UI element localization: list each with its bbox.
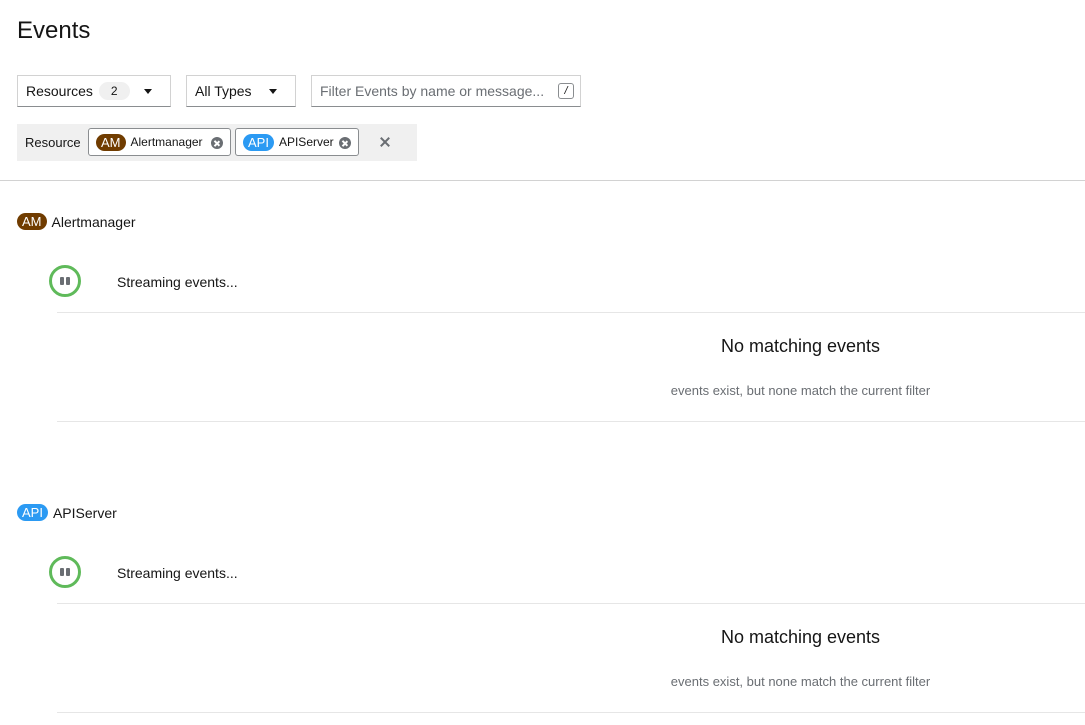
streaming-status: Streaming events... [117,565,238,581]
section-resource-name[interactable]: Alertmanager [52,214,136,230]
resources-dropdown-label: Resources [26,83,93,99]
chip-label: Alertmanager [130,135,203,149]
empty-state-body: events exist, but none match the current… [670,383,931,398]
resources-dropdown[interactable]: Resources 2 [17,75,171,107]
pause-streaming-button[interactable] [49,556,81,588]
section-divider [57,712,1085,713]
chip-label: APIServer [278,135,334,149]
keyboard-shortcut-hint: / [558,83,574,99]
resource-kind-badge: API [17,504,48,521]
toolbar-divider [0,180,1085,181]
caret-down-icon [269,89,277,94]
types-dropdown-label: All Types [195,83,252,99]
remove-chip-icon[interactable] [211,137,223,149]
empty-state-title: No matching events [720,336,881,356]
section-resource-name[interactable]: APIServer [53,505,117,521]
pause-icon-bar [66,568,70,576]
pause-icon [60,568,64,576]
resource-kind-badge: AM [17,213,47,230]
section-divider [57,312,1085,313]
section-header-apiserver: API APIServer [17,504,117,521]
caret-down-icon [144,89,152,94]
section-header-alertmanager: AM Alertmanager [17,213,136,230]
pause-streaming-button[interactable] [49,265,81,297]
pause-icon-bar [66,277,70,285]
resource-kind-badge: AM [96,133,126,151]
filter-events-input[interactable] [311,75,581,107]
section-divider [57,603,1085,604]
resource-filter-chip-group: Resource AM Alertmanager API APIServer [17,124,417,161]
section-divider [57,421,1085,422]
chip-alertmanager: AM Alertmanager [88,128,231,156]
resources-count-badge: 2 [98,82,130,100]
streaming-status: Streaming events... [117,274,238,290]
chip-group-label: Resource [25,135,81,150]
chip-apiserver: API APIServer [235,128,359,156]
resource-kind-badge: API [243,133,274,151]
page-title: Events [17,17,91,44]
empty-state-body: events exist, but none match the current… [670,674,931,689]
pause-icon [60,277,64,285]
empty-state-title: No matching events [720,627,881,647]
remove-chip-icon[interactable] [339,137,351,149]
clear-filters-close-icon[interactable] [377,134,393,150]
types-dropdown[interactable]: All Types [186,75,296,107]
